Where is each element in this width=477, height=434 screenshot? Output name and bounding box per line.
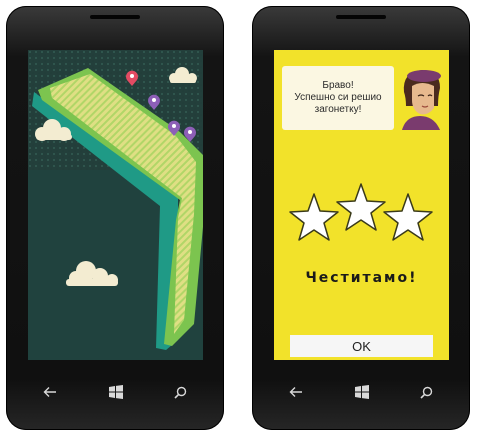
speech-line: Браво! — [322, 80, 354, 91]
speech-line: загонетку! — [314, 104, 362, 115]
speech-bubble: Браво! Успешно си решио загонетку! — [282, 66, 394, 130]
back-arrow-icon — [43, 386, 57, 398]
stars-rating — [289, 183, 433, 241]
back-button[interactable] — [40, 382, 60, 402]
search-button[interactable] — [416, 382, 436, 402]
speech-text: Браво! Успешно си решио загонетку! — [294, 80, 381, 116]
search-button[interactable] — [170, 382, 190, 402]
nav-bar — [274, 374, 449, 410]
back-arrow-icon — [289, 386, 303, 398]
speaker-grille — [90, 15, 140, 19]
congratulations-title: Честитамо! — [305, 270, 418, 286]
search-icon — [419, 386, 433, 399]
result-screen: Браво! Успешно си решио загонетку! Чести… — [274, 50, 449, 360]
character-avatar — [402, 70, 441, 130]
windows-logo-icon — [355, 385, 369, 399]
back-button[interactable] — [286, 382, 306, 402]
phone-left — [6, 6, 224, 430]
star-icon — [383, 193, 433, 241]
star-icon — [336, 183, 386, 231]
phone-right: Браво! Успешно си решио загонетку! Чести… — [252, 6, 470, 430]
ok-button[interactable]: OK — [290, 335, 433, 357]
search-icon — [173, 386, 187, 399]
speech-line: Успешно си решио — [294, 92, 382, 103]
star-icon — [289, 193, 339, 241]
nav-bar — [28, 374, 203, 410]
map-screen — [28, 50, 203, 360]
windows-logo-icon — [109, 385, 123, 399]
speaker-grille — [336, 15, 386, 19]
map-view[interactable] — [28, 50, 203, 360]
start-button[interactable] — [106, 382, 126, 402]
start-button[interactable] — [352, 382, 372, 402]
